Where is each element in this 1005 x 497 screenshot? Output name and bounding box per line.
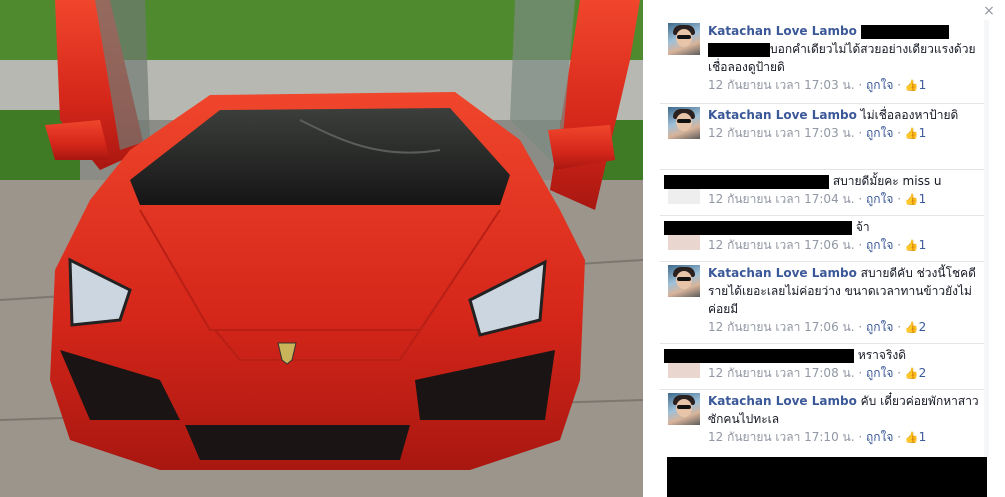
redacted-name xyxy=(664,174,829,189)
comment-time[interactable]: 12 กันยายน เวลา 17:03 น. xyxy=(708,78,855,92)
comment-text: ไม่เชื่อลองหาป้ายดิ xyxy=(860,108,959,122)
like-link[interactable]: ถูกใจ xyxy=(866,430,893,444)
thumbs-up-icon: 👍 xyxy=(904,431,919,444)
thumbs-up-icon: 👍 xyxy=(904,79,919,92)
avatar[interactable] xyxy=(668,107,700,139)
comment-author[interactable]: Katachan Love Lambo xyxy=(708,108,857,122)
redacted-comment-box xyxy=(667,457,987,497)
comment-author[interactable]: Katachan Love Lambo xyxy=(708,394,857,408)
thumbs-up-icon: 👍 xyxy=(904,193,919,206)
like-count[interactable]: 1 xyxy=(919,430,927,444)
thumbs-up-icon: 👍 xyxy=(904,239,919,252)
comment-time[interactable]: 12 กันยายน เวลา 17:08 น. xyxy=(708,366,855,380)
like-count[interactable]: 1 xyxy=(919,126,927,140)
redacted-name xyxy=(860,24,949,39)
comment-text: จ้า xyxy=(855,220,870,234)
comment-time[interactable]: 12 กันยายน เวลา 17:03 น. xyxy=(708,126,855,140)
like-count[interactable]: 2 xyxy=(919,366,927,380)
comment-text: สบายดีมั้ยคะ miss u xyxy=(832,174,942,188)
comment-item: สบายดีมั้ยคะ miss u 12 กันยายน เวลา 17:0… xyxy=(660,170,984,216)
like-link[interactable]: ถูกใจ xyxy=(866,126,893,140)
like-link[interactable]: ถูกใจ xyxy=(866,320,893,334)
comment-time[interactable]: 12 กันยายน เวลา 17:06 น. xyxy=(708,320,855,334)
comment-item: Katachan Love Lambo สบายดีคับ ช่วงนี้โชค… xyxy=(660,262,984,344)
like-link[interactable]: ถูกใจ xyxy=(866,192,893,206)
comment-item: Katachan Love Lambo คับ เดี๋ยวค่อยพักหาส… xyxy=(660,390,984,456)
comment-item: หราจริงดิ 12 กันยายน เวลา 17:08 น. · ถูก… xyxy=(660,344,984,390)
avatar[interactable] xyxy=(668,23,700,55)
avatar[interactable] xyxy=(668,393,700,425)
comment-meta: 12 กันยายน เวลา 17:03 น. · ถูกใจ · 👍1 xyxy=(708,124,984,143)
car-illustration xyxy=(0,0,643,497)
comment-meta: 12 กันยายน เวลา 17:06 น. · ถูกใจ · 👍1 xyxy=(664,236,984,255)
comment-item: Katachan Love Lambo ไม่เชื่อลองหาป้ายดิ … xyxy=(660,104,984,170)
redacted-text xyxy=(708,42,770,57)
comments-panel: × Katachan Love Lambo บอกคำเดียวไม่ได้สว… xyxy=(643,0,1005,497)
comment-author[interactable]: Katachan Love Lambo xyxy=(708,266,857,280)
comment-meta: 12 กันยายน เวลา 17:08 น. · ถูกใจ · 👍2 xyxy=(664,364,984,383)
comment-meta: 12 กันยายน เวลา 17:10 น. · ถูกใจ · 👍1 xyxy=(708,428,984,447)
comment-author[interactable]: Katachan Love Lambo xyxy=(708,24,857,38)
car-photo[interactable] xyxy=(0,0,643,497)
comment-meta: 12 กันยายน เวลา 17:04 น. · ถูกใจ · 👍1 xyxy=(664,190,984,209)
comment-time[interactable]: 12 กันยายน เวลา 17:10 น. xyxy=(708,430,855,444)
like-count[interactable]: 2 xyxy=(919,320,927,334)
close-button[interactable]: × xyxy=(981,3,997,19)
comment-time[interactable]: 12 กันยายน เวลา 17:06 น. xyxy=(708,238,855,252)
avatar[interactable] xyxy=(668,265,700,297)
comment-item: จ้า 12 กันยายน เวลา 17:06 น. · ถูกใจ · 👍… xyxy=(660,216,984,262)
comment-meta: 12 กันยายน เวลา 17:06 น. · ถูกใจ · 👍2 xyxy=(708,318,984,337)
thumbs-up-icon: 👍 xyxy=(904,367,919,380)
like-link[interactable]: ถูกใจ xyxy=(866,366,893,380)
thumbs-up-icon: 👍 xyxy=(904,321,919,334)
scrollbar[interactable] xyxy=(984,20,989,457)
like-link[interactable]: ถูกใจ xyxy=(866,78,893,92)
comment-item: Katachan Love Lambo บอกคำเดียวไม่ได้สวยอ… xyxy=(660,20,984,104)
thumbs-up-icon: 👍 xyxy=(904,127,919,140)
like-count[interactable]: 1 xyxy=(919,238,927,252)
comment-meta: 12 กันยายน เวลา 17:03 น. · ถูกใจ · 👍1 xyxy=(708,76,984,95)
like-count[interactable]: 1 xyxy=(919,192,927,206)
like-link[interactable]: ถูกใจ xyxy=(866,238,893,252)
comment-time[interactable]: 12 กันยายน เวลา 17:04 น. xyxy=(708,192,855,206)
redacted-name xyxy=(664,348,854,363)
comment-text: หราจริงดิ xyxy=(857,348,907,362)
redacted-name xyxy=(664,220,852,235)
comment-list: Katachan Love Lambo บอกคำเดียวไม่ได้สวยอ… xyxy=(660,20,984,456)
like-count[interactable]: 1 xyxy=(919,78,927,92)
